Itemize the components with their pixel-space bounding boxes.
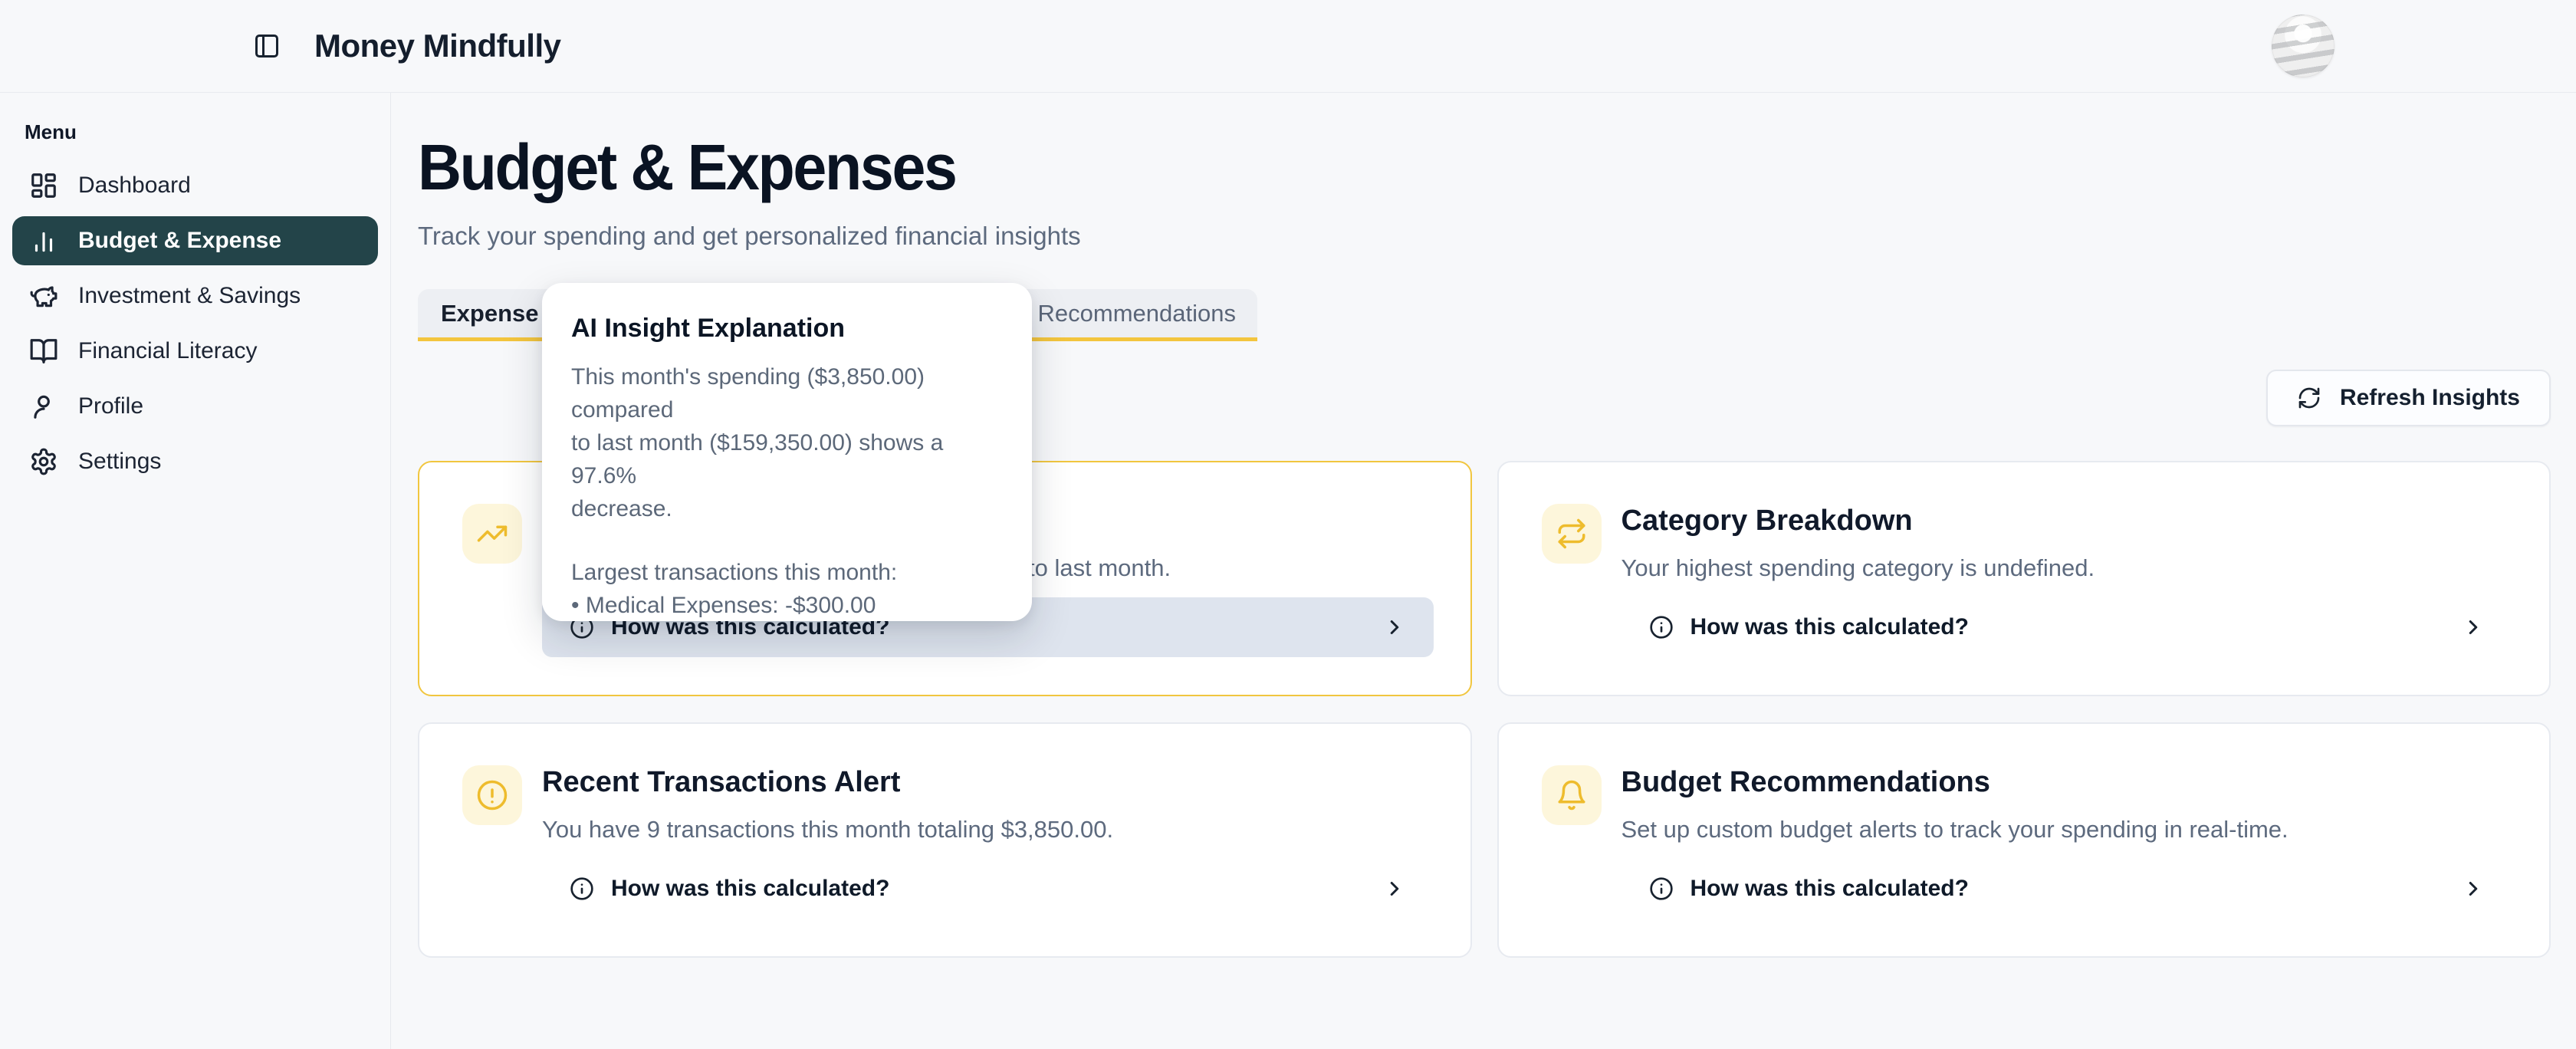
- how-calculated-label: How was this calculated?: [1691, 876, 1969, 902]
- sidebar-item-label: Budget & Expense: [78, 228, 281, 254]
- how-calculated-row[interactable]: How was this calculated?: [1622, 859, 2513, 919]
- sidebar-toggle-button[interactable]: [250, 29, 284, 63]
- popover-line: This month's spending ($3,850.00) compar…: [571, 360, 1003, 426]
- bar-chart-icon: [29, 226, 58, 255]
- card-budget-recommendations: Budget Recommendations Set up custom bud…: [1497, 722, 2551, 958]
- popover-line: to last month ($159,350.00) shows a 97.6…: [571, 426, 1003, 492]
- trending-up-icon: [476, 518, 508, 550]
- sidebar-item-investment-savings[interactable]: Investment & Savings: [12, 271, 378, 321]
- user-icon: [29, 392, 58, 421]
- repeat-icon: [1556, 518, 1588, 550]
- sidebar-nav: Dashboard Budget & Expense Investment & …: [12, 161, 378, 486]
- popover-transaction-item: • Medical Expenses: -$300.00: [571, 589, 1003, 621]
- icon-tile: [1542, 504, 1602, 564]
- page-title: Budget & Expenses: [418, 130, 2423, 205]
- popover-line: decrease.: [571, 492, 1003, 525]
- sidebar-item-label: Dashboard: [78, 173, 191, 199]
- ai-insight-popover: AI Insight Explanation This month's spen…: [542, 283, 1032, 621]
- icon-tile: [1542, 765, 1602, 825]
- sidebar-item-settings[interactable]: Settings: [12, 437, 378, 486]
- panel-left-icon: [253, 32, 281, 60]
- app-title: Money Mindfully: [314, 28, 561, 64]
- chevron-right-icon: [1383, 616, 1406, 639]
- refresh-icon: [2297, 386, 2321, 410]
- user-avatar[interactable]: [2272, 15, 2334, 77]
- card-body: Your highest spending category is undefi…: [1622, 553, 2513, 584]
- sidebar-item-label: Financial Literacy: [78, 338, 257, 364]
- card-body: You have 9 transactions this month total…: [542, 814, 1434, 845]
- chevron-right-icon: [2462, 877, 2485, 900]
- refresh-insights-button[interactable]: Refresh Insights: [2266, 370, 2551, 426]
- sidebar-menu-label: Menu: [25, 120, 378, 144]
- info-icon: [570, 876, 594, 901]
- popover-title: AI Insight Explanation: [571, 314, 1003, 344]
- how-calculated-label: How was this calculated?: [1691, 614, 1969, 640]
- sidebar-item-profile[interactable]: Profile: [12, 382, 378, 431]
- app-root: Money Mindfully Menu Dashboard Budget & …: [0, 0, 2576, 1049]
- how-calculated-row[interactable]: How was this calculated?: [542, 859, 1434, 919]
- alert-circle-icon: [476, 779, 508, 811]
- page-subtitle: Track your spending and get personalized…: [418, 222, 2551, 251]
- sidebar-item-label: Settings: [78, 449, 161, 475]
- icon-tile: [462, 765, 522, 825]
- chevron-right-icon: [2462, 616, 2485, 639]
- card-category-breakdown: Category Breakdown Your highest spending…: [1497, 461, 2551, 696]
- how-calculated-label: How was this calculated?: [611, 876, 889, 902]
- card-title: Recent Transactions Alert: [542, 765, 1434, 799]
- info-icon: [1649, 615, 1674, 640]
- popover-transactions-heading: Largest transactions this month:: [571, 556, 1003, 589]
- sidebar: Menu Dashboard Budget & Expense: [0, 93, 391, 1049]
- open-book-icon: [29, 337, 58, 366]
- card-title: Budget Recommendations: [1622, 765, 2513, 799]
- sidebar-item-dashboard[interactable]: Dashboard: [12, 161, 378, 210]
- chevron-right-icon: [1383, 877, 1406, 900]
- icon-tile: [462, 504, 522, 564]
- popover-transactions: Largest transactions this month: • Medic…: [571, 556, 1003, 621]
- card-body-fragment: to last month.: [1028, 554, 1171, 582]
- top-header: Money Mindfully: [0, 0, 2576, 93]
- card-title: Category Breakdown: [1622, 504, 2513, 538]
- refresh-insights-label: Refresh Insights: [2340, 385, 2520, 411]
- sidebar-item-financial-literacy[interactable]: Financial Literacy: [12, 327, 378, 376]
- sidebar-item-label: Profile: [78, 393, 143, 419]
- piggy-bank-icon: [29, 281, 58, 311]
- gear-icon: [29, 447, 58, 476]
- popover-paragraph: This month's spending ($3,850.00) compar…: [571, 360, 1003, 525]
- card-recent-transactions-alert: Recent Transactions Alert You have 9 tra…: [418, 722, 1472, 958]
- sidebar-item-label: Investment & Savings: [78, 283, 301, 309]
- card-body: Set up custom budget alerts to track you…: [1622, 814, 2513, 845]
- info-icon: [1649, 876, 1674, 901]
- dashboard-grid-icon: [29, 171, 58, 200]
- bell-icon: [1556, 779, 1588, 811]
- sidebar-item-budget-expense[interactable]: Budget & Expense: [12, 216, 378, 265]
- how-calculated-row[interactable]: How was this calculated?: [1622, 597, 2513, 657]
